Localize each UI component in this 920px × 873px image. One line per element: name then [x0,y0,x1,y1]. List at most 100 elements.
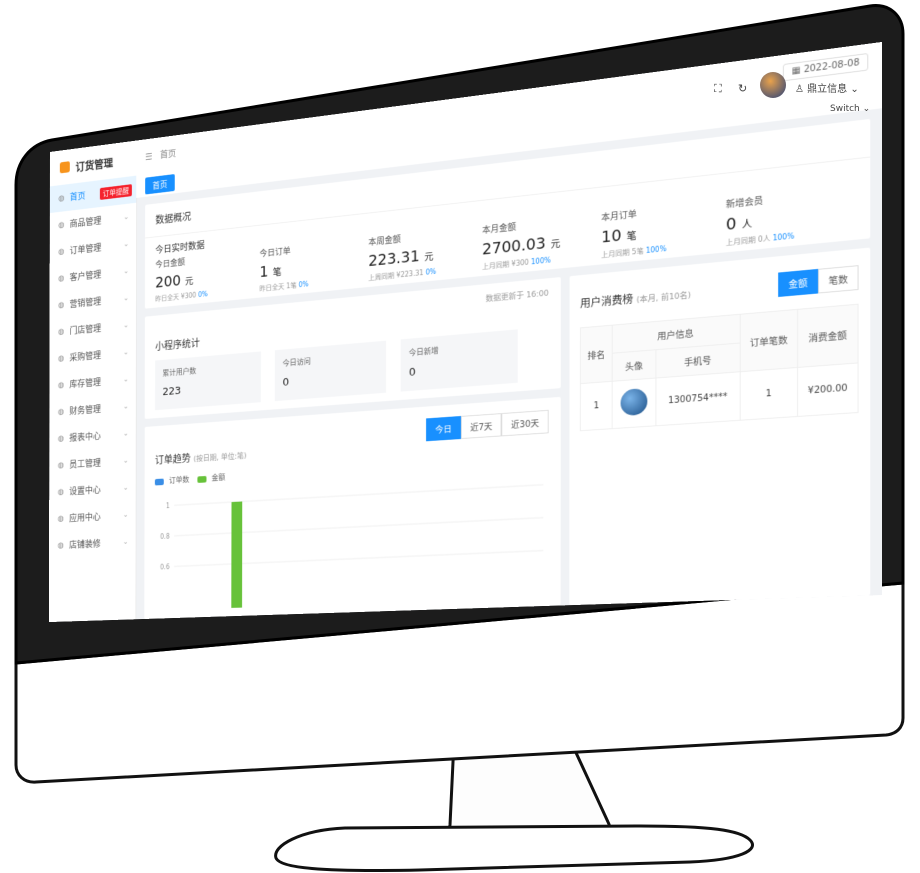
user-avatar-top[interactable] [760,72,786,98]
stat-pct: 0% [198,290,208,299]
sidebar-item-label: 首页 [69,190,86,203]
sidebar-item-label: 采购管理 [69,350,102,364]
apps-icon: ◍ [57,514,64,524]
stat-pct: 0% [298,280,309,289]
grid-line [174,485,543,506]
sidebar: 订货管理 ◍ 首页 订单提醒 ◍ 商品管理 ⌄ ◍ 订单管理 ⌄ ◍ 客户管理 ⌄ ◍ 营销管理 ⌄ ◍ 门店管… [48,140,138,622]
ranking-toggle: 金额 笔数 [778,265,859,297]
chevron-down-icon: ⌄ [123,402,129,412]
mini-label: 今日新增 [408,347,439,359]
y-tick-label: 0.8 [160,533,170,541]
sidebar-item-label: 客户管理 [69,269,102,283]
marketing-icon: ◍ [58,300,65,310]
sidebar-item-label: 设置中心 [69,484,101,497]
sidebar-item-label: 店铺装修 [69,538,101,551]
stat-unit: 人 [741,218,753,232]
stat-number: 223.31 [368,247,420,271]
settings-icon: ◍ [57,487,65,497]
trend-subtitle: (按日期, 单位:笔) [193,452,247,464]
breadcrumb[interactable]: 首页 [160,147,176,162]
mini-box-users: 累计用户数 223 [155,351,261,411]
stat-pct: 100% [772,232,795,243]
logo-icon [59,161,70,174]
ranking-toggle-amount[interactable]: 金额 [778,268,819,297]
cell-phone: 1300754**** [655,371,741,426]
user-avatar [620,387,648,417]
fullscreen-icon[interactable]: ⛶ [714,82,722,96]
stock-icon: ◍ [57,380,65,390]
cell-rank: 1 [580,381,613,431]
sidebar-item-label: 商品管理 [69,215,102,230]
ranking-title: 用户消费榜 [580,293,634,311]
store-icon: ◍ [58,327,65,337]
stat-item: 本月订单 10 笔上月同期 5笔 100% [601,197,726,260]
sidebar-item-label: 报表中心 [69,430,101,444]
ranking-subtitle: (本月, 前10名) [636,291,691,306]
legend-orders: 订单数 [168,476,190,486]
mini-box-new: 今日新增 0 [400,329,518,392]
trend-tab-7days[interactable]: 近7天 [460,413,502,440]
stat-pct: 100% [645,244,667,255]
y-tick-label: 0.6 [160,564,170,572]
tab-home[interactable]: 首页 [145,173,175,195]
legend-swatch-amount [197,475,207,483]
sidebar-item-decor[interactable]: ◍ 店铺装修 ⌄ [49,528,136,559]
col-avatar: 头像 [612,349,656,382]
mini-box-visits: 今日访问 0 [274,340,387,402]
refresh-icon[interactable]: ↻ [738,82,747,95]
mini-title: 小程序统计 [155,337,200,353]
stat-compare-text: 上月同期 0人 [725,234,771,247]
stat-pct: 0% [425,267,437,277]
col-amount: 消费金额 [797,304,859,368]
stat-unit: 笔 [272,266,282,279]
stat-number: 1 [259,263,269,282]
chevron-down-icon: ⌄ [123,321,129,330]
stat-unit: 笔 [626,230,637,243]
ranking-table: 排名 用户信息 订单笔数 消费金额 头像 手机号 1 1300754**** 1… [580,304,859,431]
chevron-down-icon: ⌄ [122,538,129,547]
status-badge: 订单提醒 [99,183,132,200]
col-orders: 订单笔数 [740,309,798,372]
mini-value: 0 [408,365,416,380]
stat-number: 200 [155,272,181,292]
trend-tab-30days[interactable]: 近30天 [501,409,549,437]
sidebar-item-label: 应用中心 [69,511,101,524]
stat-item: 本月金额 2700.03 元上月同期 ¥300 100% [482,210,601,271]
chevron-down-icon: ⌄ [862,104,871,114]
stat-unit: 元 [424,251,434,263]
sidebar-item-label: 订单管理 [69,242,102,257]
sidebar-item-label: 营销管理 [69,296,102,310]
stat-pct: 100% [531,256,551,267]
trend-chart: 1 0.8 0.6 [160,476,552,611]
legend-amount: 金额 [211,473,226,483]
stat-number: 0 [725,214,737,235]
staff-icon: ◍ [57,460,65,470]
trend-tab-today[interactable]: 今日 [425,416,461,442]
grid-line [174,518,543,536]
sidebar-item-label: 财务管理 [69,403,101,417]
user-icon: ♙ [795,84,804,95]
ranking-toggle-count[interactable]: 笔数 [818,265,859,294]
stat-compare-text: 上月同期 ¥300 [482,258,529,271]
purchase-icon: ◍ [58,353,65,364]
stat-item: 今日订单 1 笔昨日全天 1笔 0% [259,235,368,293]
sidebar-menu: ◍ 首页 订单提醒 ◍ 商品管理 ⌄ ◍ 订单管理 ⌄ ◍ 客户管理 ⌄ ◍ 营销管理 ⌄ ◍ 门店管理 ⌄ ◍ 采购… [49,175,137,560]
menu-toggle-icon[interactable]: ☰ [145,151,152,162]
trend-title: 订单趋势 [154,452,191,467]
mini-value: 0 [282,376,290,390]
stat-item: 今日金额 200 元昨日全天 ¥300 0% [155,247,259,304]
cell-amount: ¥200.00 [797,362,859,417]
y-tick-label: 1 [166,503,170,511]
stat-item: 新增会员 0 人上月同期 0人 100% [726,183,857,248]
user-name[interactable]: ♙ 鼎立信息 ⌄ [795,80,859,95]
sidebar-item-label: 门店管理 [69,323,102,337]
lang-switch[interactable]: Switch ⌄ [830,104,870,114]
chevron-down-icon: ⌄ [123,375,129,384]
chevron-down-icon: ⌄ [122,511,129,520]
bar-amount[interactable] [231,501,243,611]
trend-tabs: 今日 近7天 近30天 [425,409,549,442]
home-icon: ◍ [58,193,65,204]
chevron-down-icon: ⌄ [123,294,129,303]
cell-orders: 1 [740,367,798,421]
ranking-card: 用户消费榜 (本月, 前10名) 金额 笔数 排名 用户信息 订单笔数 消费金额… [569,247,871,606]
